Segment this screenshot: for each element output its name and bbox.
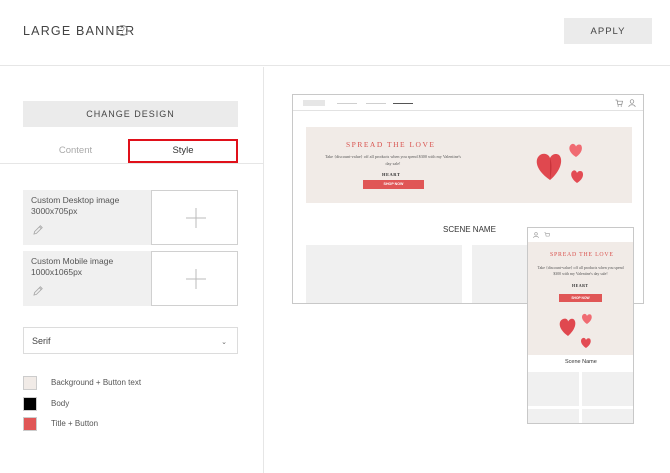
mobile-card bbox=[582, 409, 633, 423]
change-design-button[interactable]: CHANGE DESIGN bbox=[23, 101, 238, 127]
tab-content[interactable]: Content bbox=[23, 139, 128, 163]
cart-icon bbox=[615, 99, 623, 107]
mobile-shop-now-button[interactable]: SHOP NOW bbox=[559, 294, 602, 302]
mobile-image-setting: Custom Mobile image 1000x1065px bbox=[23, 251, 238, 306]
pencil-icon[interactable] bbox=[32, 224, 44, 236]
mobile-card bbox=[528, 409, 579, 423]
mobile-card bbox=[528, 372, 579, 406]
preview-card bbox=[306, 245, 462, 303]
banner-title: SPREAD THE LOVE bbox=[346, 140, 436, 149]
desktop-image-title: Custom Desktop image bbox=[31, 195, 120, 205]
desktop-image-upload[interactable] bbox=[151, 190, 238, 245]
scene-name-desktop: SCENE NAME bbox=[443, 225, 496, 234]
preview-nav-link bbox=[337, 103, 357, 104]
color-swatch-title-button[interactable] bbox=[23, 417, 37, 431]
cart-icon bbox=[544, 232, 550, 237]
tab-style[interactable]: Style bbox=[128, 139, 238, 163]
desktop-image-size: 3000x705px bbox=[31, 206, 78, 216]
scene-name-mobile: Scene Name bbox=[565, 359, 597, 365]
color-label-title-button: Title + Button bbox=[51, 419, 99, 428]
color-label-body: Body bbox=[51, 399, 70, 408]
preview-banner: SPREAD THE LOVE Take {discount-value} of… bbox=[306, 127, 632, 203]
heart-icon bbox=[559, 313, 592, 348]
tab-bar: Content Style bbox=[0, 139, 264, 164]
banner-code: HEART bbox=[382, 172, 401, 177]
plus-icon bbox=[186, 208, 206, 228]
color-swatch-body[interactable] bbox=[23, 397, 37, 411]
preview-nav bbox=[293, 95, 643, 111]
chevron-down-icon: ⌄ bbox=[221, 339, 227, 346]
mobile-banner-code: HEART bbox=[572, 283, 589, 288]
color-label-background: Background + Button text bbox=[51, 378, 142, 387]
mobile-card bbox=[582, 372, 633, 406]
banner-text: Take {discount-value} off all products w… bbox=[324, 154, 462, 166]
desktop-image-setting: Custom Desktop image 3000x705px bbox=[23, 190, 238, 245]
user-icon bbox=[533, 232, 539, 238]
mobile-preview: SPREAD THE LOVE Take {discount-value} of… bbox=[527, 227, 634, 424]
font-select-value: Serif bbox=[32, 336, 51, 346]
pencil-icon[interactable] bbox=[32, 285, 44, 297]
settings-panel: CHANGE DESIGN Content Style Custom Deskt… bbox=[0, 67, 264, 473]
plus-icon bbox=[186, 269, 206, 289]
preview-card bbox=[472, 245, 532, 303]
mobile-image-title: Custom Mobile image bbox=[31, 256, 114, 266]
user-icon bbox=[628, 99, 636, 107]
color-swatch-background[interactable] bbox=[23, 376, 37, 390]
mobile-image-upload[interactable] bbox=[151, 251, 238, 306]
mobile-nav bbox=[528, 228, 633, 242]
preview-logo bbox=[303, 100, 325, 106]
heart-icon bbox=[536, 143, 584, 183]
preview-nav-link bbox=[366, 103, 386, 104]
mobile-banner-title: SPREAD THE LOVE bbox=[550, 252, 614, 258]
font-select[interactable]: Serif ⌄ bbox=[23, 327, 238, 354]
mobile-banner: SPREAD THE LOVE Take {discount-value} of… bbox=[528, 242, 633, 355]
help-icon[interactable]: ? bbox=[117, 25, 128, 36]
shop-now-button[interactable]: SHOP NOW bbox=[363, 180, 424, 189]
apply-button[interactable]: APPLY bbox=[564, 18, 652, 44]
header: LARGE BANNER ? APPLY bbox=[0, 0, 670, 66]
mobile-banner-text: Take {discount-value} off all products w… bbox=[537, 266, 624, 276]
mobile-image-size: 1000x1065px bbox=[31, 267, 83, 277]
preview-nav-link-active bbox=[393, 103, 413, 104]
